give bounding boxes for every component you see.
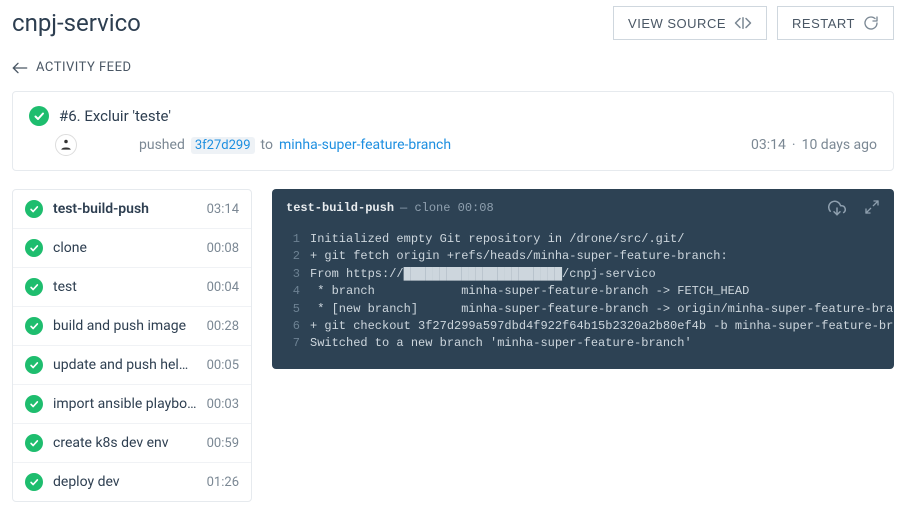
meta-separator: · xyxy=(792,137,796,153)
build-card: #6. Excluir 'teste' pushed 3f27d299 to m… xyxy=(12,91,894,171)
success-icon xyxy=(29,106,49,126)
log-body[interactable]: 1Initialized empty Git repository in /dr… xyxy=(272,227,894,369)
log-step-name: clone xyxy=(414,201,450,215)
log-line: 2+ git fetch origin +refs/heads/minha-su… xyxy=(282,248,884,265)
log-title: test-build-push xyxy=(286,201,394,215)
header-buttons: VIEW SOURCE RESTART xyxy=(613,6,894,40)
steps-panel: test-build-push 03:14 clone 00:08 test 00:0… xyxy=(12,189,252,502)
expand-icon[interactable] xyxy=(864,199,880,217)
step-item[interactable]: create k8s dev env 00:59 xyxy=(13,424,251,463)
success-icon xyxy=(25,395,43,413)
page-title: cnpj-servico xyxy=(12,9,141,37)
back-arrow-icon xyxy=(12,62,28,74)
code-icon xyxy=(734,16,752,30)
step-time: 00:59 xyxy=(207,436,239,451)
step-item[interactable]: build and push image 00:28 xyxy=(13,307,251,346)
view-source-label: VIEW SOURCE xyxy=(628,16,726,31)
build-title: #6. Excluir 'teste' xyxy=(59,107,171,125)
step-time: 00:08 xyxy=(207,241,239,256)
restart-icon xyxy=(863,15,879,31)
download-icon[interactable] xyxy=(828,199,846,217)
build-age: 10 days ago xyxy=(802,137,877,153)
branch-link[interactable]: minha-super-feature-branch xyxy=(279,137,451,153)
step-name: update and push helm c... xyxy=(53,357,197,373)
view-source-button[interactable]: VIEW SOURCE xyxy=(613,6,767,40)
log-line: 5 * [new branch] minha-super-feature-bra… xyxy=(282,301,884,318)
log-line: 4 * branch minha-super-feature-branch ->… xyxy=(282,283,884,300)
pushed-word: pushed xyxy=(139,137,185,153)
step-name: create k8s dev env xyxy=(53,435,197,451)
to-word: to xyxy=(261,137,273,153)
success-icon xyxy=(25,473,43,491)
pipeline-name: test-build-push xyxy=(53,201,197,217)
step-name: clone xyxy=(53,240,197,256)
step-item[interactable]: update and push helm c... 00:05 xyxy=(13,346,251,385)
success-icon xyxy=(25,239,43,257)
step-item[interactable]: clone 00:08 xyxy=(13,229,251,268)
avatar xyxy=(55,134,77,156)
success-icon xyxy=(25,434,43,452)
step-name: test xyxy=(53,279,197,295)
step-time: 00:04 xyxy=(207,280,239,295)
step-time: 00:05 xyxy=(207,358,239,373)
success-icon xyxy=(25,278,43,296)
success-icon xyxy=(25,356,43,374)
step-name: import ansible playbook xyxy=(53,396,197,412)
build-time: 03:14 xyxy=(751,137,786,153)
log-line: 6+ git checkout 3f27d299a597dbd4f922f64b… xyxy=(282,318,884,335)
pipeline-header[interactable]: test-build-push 03:14 xyxy=(13,190,251,229)
step-time: 01:26 xyxy=(207,475,239,490)
log-separator: — xyxy=(400,201,407,215)
log-line: 7Switched to a new branch 'minha-super-f… xyxy=(282,335,884,352)
step-item[interactable]: import ansible playbook 00:03 xyxy=(13,385,251,424)
log-duration: 00:08 xyxy=(458,201,494,215)
step-name: deploy dev xyxy=(53,474,197,490)
step-item[interactable]: deploy dev 01:26 xyxy=(13,463,251,501)
pipeline-time: 03:14 xyxy=(207,202,239,217)
log-line: 1Initialized empty Git repository in /dr… xyxy=(282,231,884,248)
success-icon xyxy=(25,200,43,218)
step-time: 00:28 xyxy=(207,319,239,334)
log-panel: test-build-push — clone 00:08 1Initializ… xyxy=(272,189,894,369)
restart-label: RESTART xyxy=(792,16,855,31)
activity-feed-link[interactable]: ACTIVITY FEED xyxy=(12,50,894,91)
log-line: 3From https://██████████████████████/cnp… xyxy=(282,266,884,283)
step-item[interactable]: test 00:04 xyxy=(13,268,251,307)
step-time: 00:03 xyxy=(207,397,239,412)
success-icon xyxy=(25,317,43,335)
activity-feed-label: ACTIVITY FEED xyxy=(36,60,132,75)
step-name: build and push image xyxy=(53,318,197,334)
restart-button[interactable]: RESTART xyxy=(777,6,894,40)
commit-link[interactable]: 3f27d299 xyxy=(191,137,255,154)
